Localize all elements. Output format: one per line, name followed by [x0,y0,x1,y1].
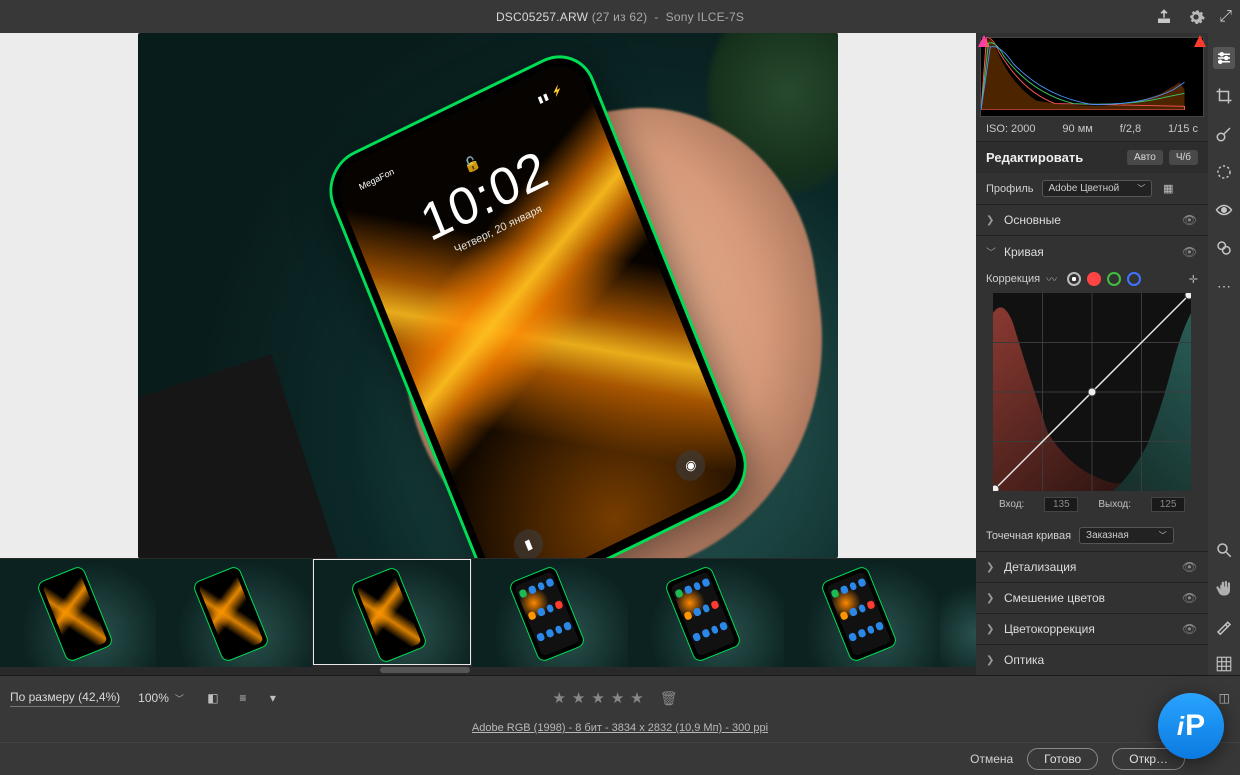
channel-green[interactable] [1107,272,1121,286]
tone-curve[interactable] [993,293,1191,491]
chevron-right-icon: ❯ [986,562,998,573]
star-icon[interactable]: ★ [552,689,565,707]
curve-input-value[interactable] [1044,497,1078,512]
filmstrip-thumb[interactable] [156,559,312,667]
star-icon[interactable]: ★ [572,689,585,707]
preview-image: MegaFon ▮▮ ⚡ 🔓 10:02 Четверг, 20 января … [138,33,838,558]
zoom-dropdown-icon[interactable]: ﹀ [175,692,184,705]
point-curve-label: Точечная кривая [986,530,1071,542]
compare-view-icon[interactable]: ◫ [1219,691,1230,705]
chevron-right-icon: ❯ [986,624,998,635]
done-button[interactable]: Готово [1027,748,1098,770]
highlight-clip-warning[interactable] [1194,35,1206,47]
color-sampler-tool[interactable] [1213,615,1235,637]
point-curve-select[interactable]: Заказная﹀ [1079,527,1174,544]
footer-actions: Отмена Готово Откр… [0,742,1240,775]
curve-output-value[interactable] [1151,497,1185,512]
grid-toggle-tool[interactable] [1213,653,1235,675]
ip-badge-logo: iP [1158,693,1224,759]
profile-select[interactable]: Adobe Цветной﹀ [1042,180,1153,197]
auto-button[interactable]: Авто [1127,150,1163,165]
filmstrip-thumb[interactable] [628,559,784,667]
iso-value: ISO: 2000 [986,123,1036,135]
visibility-toggle-icon[interactable]: 👁 [1182,560,1198,574]
correction-label: Коррекция [986,273,1040,285]
channel-blue[interactable] [1127,272,1141,286]
profile-browser-icon[interactable]: ▦ [1160,181,1176,197]
star-icon[interactable]: ★ [611,689,624,707]
chevron-right-icon: ❯ [986,593,998,604]
before-after-icon[interactable]: ◧ [204,689,222,707]
hand-tool[interactable] [1213,577,1235,599]
visibility-toggle-icon[interactable]: 👁 [1182,213,1198,227]
edit-heading: Редактировать [986,150,1083,165]
cancel-button[interactable]: Отмена [970,752,1013,766]
filmstrip [0,558,976,675]
section-optics[interactable]: ❯Оптика [976,645,1208,675]
rating-stars[interactable]: ★ ★ ★ ★ ★ 🗑 [552,689,677,707]
filmstrip-thumb-selected[interactable] [314,560,470,664]
presets-tool[interactable] [1213,237,1235,259]
redeye-tool[interactable] [1213,199,1235,221]
title-bar: DSC05257.ARW (27 из 62) - Sony ILCE-7S ⤢ [0,0,1240,33]
histogram[interactable] [980,37,1204,117]
channel-rgb[interactable] [1067,272,1081,286]
healing-brush-tool[interactable] [1213,123,1235,145]
filmstrip-scrollbar[interactable] [380,667,470,673]
visibility-toggle-icon[interactable]: 👁 [1182,622,1198,636]
image-canvas[interactable]: MegaFon ▮▮ ⚡ 🔓 10:02 Четверг, 20 января … [0,33,976,558]
edit-panel: ISO: 2000 90 мм f/2,8 1/15 с Редактирова… [976,33,1208,675]
metadata-footer[interactable]: Adobe RGB (1998) - 8 бит - 3834 x 2832 (… [0,720,1240,742]
sort-icon[interactable]: ≡ [234,689,252,707]
crop-tool[interactable] [1213,85,1235,107]
filmstrip-thumb[interactable] [0,559,156,667]
zoom-value[interactable]: 100% [138,691,169,705]
filmstrip-thumb[interactable] [784,559,940,667]
section-color-mixer[interactable]: ❯Смешение цветов👁 [976,583,1208,613]
parametric-curve-icon[interactable]: 〰 [1046,271,1057,287]
trash-icon[interactable]: 🗑 [660,690,678,707]
export-icon[interactable] [1155,8,1173,26]
fit-zoom-label[interactable]: По размеру (42,4%) [10,690,120,707]
visibility-toggle-icon[interactable]: 👁 [1182,591,1198,605]
zoom-tool[interactable] [1213,539,1235,561]
bottom-toolbar: По размеру (42,4%) 100% ﹀ ◧ ≡ ▾ ★★★★★ 🗑 … [0,675,1240,720]
section-detail[interactable]: ❯Детализация👁 [976,552,1208,582]
image-index: (27 из 62) [592,10,648,24]
more-tool[interactable]: ⋯ [1213,275,1235,297]
visibility-toggle-icon[interactable]: 👁 [1182,245,1198,259]
document-title: DSC05257.ARW (27 из 62) - Sony ILCE-7S [496,10,744,24]
filename: DSC05257.ARW [496,10,588,24]
chevron-right-icon: ❯ [986,215,998,226]
curve-input-label: Вход: [999,499,1024,510]
targeted-adjust-icon[interactable]: ✛ [1189,273,1198,286]
section-basic[interactable]: ❯ Основные 👁 [976,205,1208,235]
edit-sliders-tool[interactable] [1213,47,1235,69]
tool-strip: ⋯ [1208,33,1240,675]
masking-tool[interactable] [1213,161,1235,183]
section-color-grading[interactable]: ❯Цветокоррекция👁 [976,614,1208,644]
channel-red[interactable] [1087,272,1101,286]
aperture-value: f/2,8 [1120,123,1141,135]
chevron-right-icon: ❯ [986,655,998,666]
filter-icon[interactable]: ▾ [264,689,282,707]
collapse-icon[interactable]: ⤢ [1219,8,1232,26]
section-curve[interactable]: ﹀ Кривая 👁 [976,236,1208,267]
focal-length-value: 90 мм [1062,123,1092,135]
bw-button[interactable]: Ч/б [1169,150,1198,165]
profile-label: Профиль [986,183,1034,195]
shutter-value: 1/15 с [1168,123,1198,135]
filmstrip-thumb[interactable] [940,559,976,667]
camera-model: Sony ILCE-7S [666,10,744,24]
settings-icon[interactable] [1187,8,1205,26]
curve-output-label: Выход: [1098,499,1131,510]
star-icon[interactable]: ★ [630,689,643,707]
chevron-down-icon: ﹀ [986,244,998,259]
metadata-row: ISO: 2000 90 мм f/2,8 1/15 с [976,117,1208,142]
filmstrip-thumb[interactable] [472,559,628,667]
star-icon[interactable]: ★ [591,689,604,707]
